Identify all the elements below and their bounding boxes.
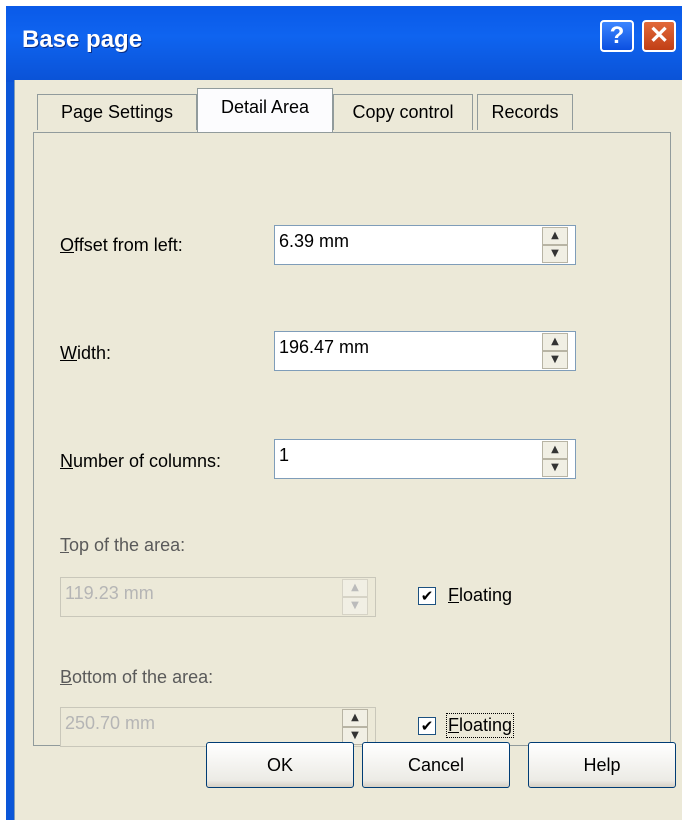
spin-down-icon[interactable]: ▼ [542,459,568,477]
offset-label: Offset from left: [60,235,183,255]
spin-up-icon[interactable]: ▲ [542,333,568,351]
width-label: Width: [60,343,112,363]
close-icon[interactable]: ✕ [642,20,676,52]
tab-page-settings[interactable]: Page Settings [37,94,197,130]
dialog-window: Base page ? ✕ Page Settings Detail Area … [6,6,682,820]
help-button[interactable]: Help [528,742,676,788]
dialog-body: Page Settings Detail Area Copy control R… [14,80,682,820]
columns-input[interactable]: 1 [274,439,576,479]
offset-input[interactable]: 6.39 mm [274,225,576,265]
title-bar[interactable]: Base page ? ✕ [6,6,682,82]
spin-up-icon[interactable]: ▲ [542,227,568,245]
width-input[interactable]: 196.47 mm [274,331,576,371]
tab-copy-control[interactable]: Copy control [333,94,473,130]
spin-down-icon[interactable]: ▼ [542,245,568,263]
top-area-input: 119.23 mm [60,577,376,617]
window-title: Base page [22,26,143,53]
bottom-floating-label[interactable]: Floating [445,713,515,738]
tab-records[interactable]: Records [477,94,573,130]
spin-up-icon[interactable]: ▲ [542,441,568,459]
ok-button[interactable]: OK [206,742,354,788]
offset-spinner[interactable]: ▲ ▼ [542,227,568,263]
columns-spinner[interactable]: ▲ ▼ [542,441,568,477]
spin-up-icon: ▲ [342,579,368,597]
bottom-area-spinner[interactable]: ▲ ▼ [342,709,368,745]
bottom-floating-checkbox[interactable]: ✔ [418,717,436,735]
help-question-icon[interactable]: ? [600,20,634,52]
top-area-label: Top of the area: [60,535,186,555]
columns-label: Number of columns: [60,451,222,471]
detail-area-panel: Offset from left: 6.39 mm ▲ ▼ Width: 196… [33,132,671,747]
top-area-spinner: ▲ ▼ [342,579,368,615]
cancel-button[interactable]: Cancel [362,742,510,788]
top-floating-checkbox[interactable]: ✔ [418,587,436,605]
spin-down-icon[interactable]: ▼ [542,351,568,369]
spin-up-icon[interactable]: ▲ [342,709,368,727]
top-floating-label[interactable]: Floating [448,585,512,606]
spin-down-icon: ▼ [342,597,368,615]
bottom-area-input: 250.70 mm [60,707,376,747]
bottom-area-label: Bottom of the area: [60,667,214,687]
tab-detail-area[interactable]: Detail Area [197,88,333,132]
width-spinner[interactable]: ▲ ▼ [542,333,568,369]
